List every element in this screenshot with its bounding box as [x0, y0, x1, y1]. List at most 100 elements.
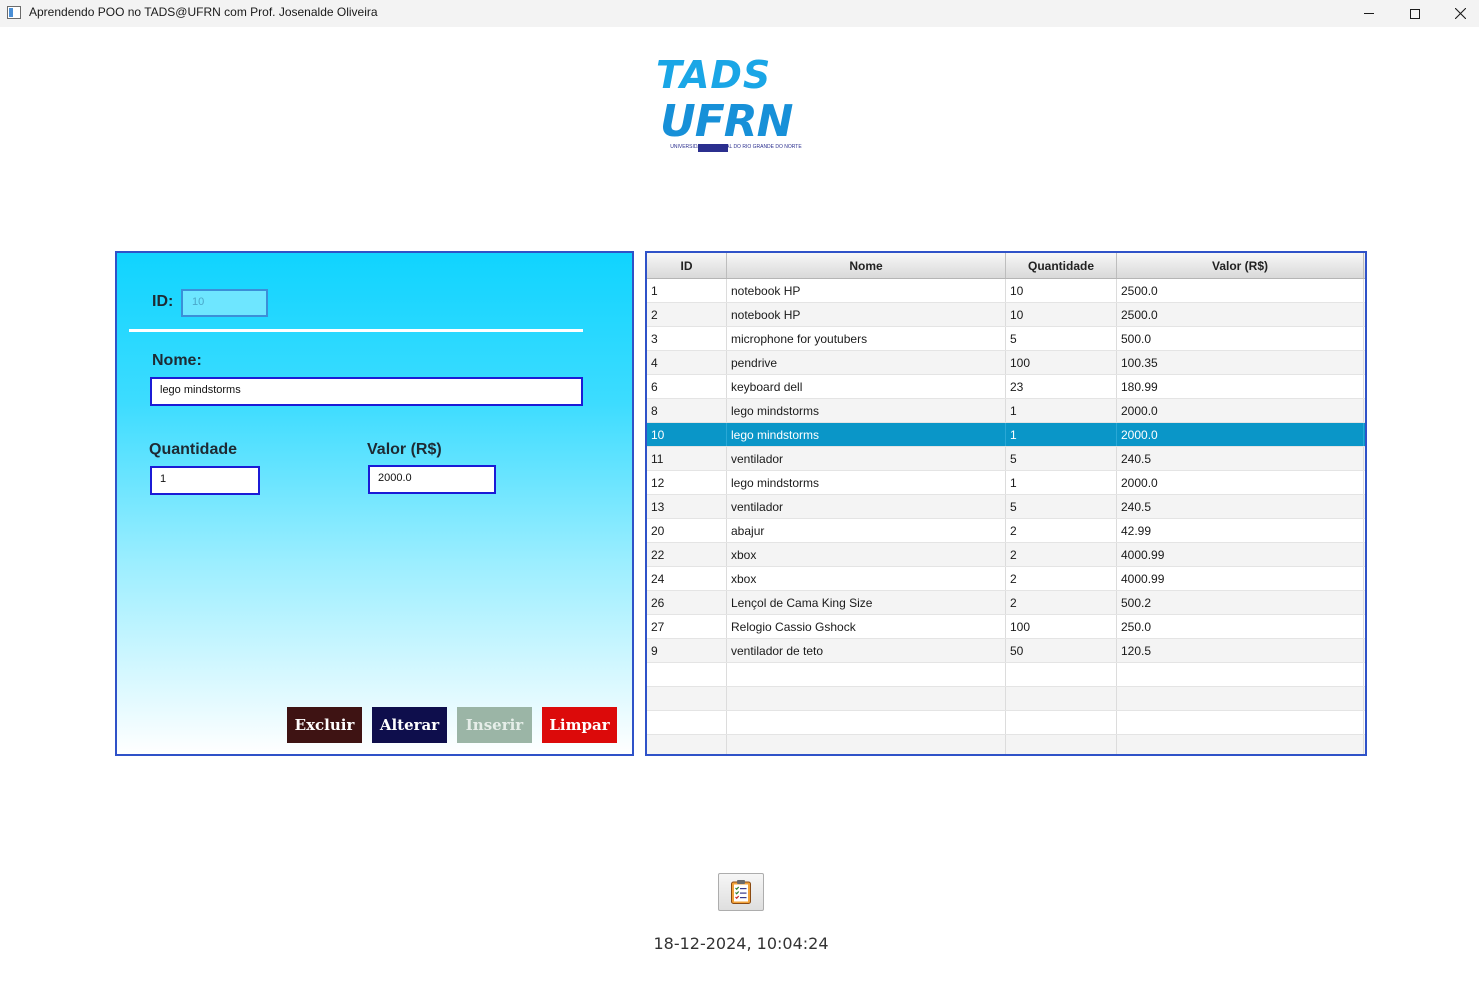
- table-row[interactable]: 4 pendrive 100 100.35: [647, 351, 1365, 375]
- table-row[interactable]: 26 Lençol de Cama King Size 2 500.2: [647, 591, 1365, 615]
- table-row[interactable]: 1 notebook HP 10 2500.0: [647, 279, 1365, 303]
- table-cell: abajur: [727, 519, 1006, 542]
- delete-button[interactable]: Excluir: [287, 707, 362, 743]
- tads-ufrn-logo: TADS UFRN UNIVERSIDADE FEDERAL DO RIO GR…: [656, 56, 818, 156]
- column-header-id[interactable]: ID: [647, 253, 727, 278]
- table-cell: 500.0: [1117, 327, 1364, 350]
- table-cell: ventilador: [727, 495, 1006, 518]
- table-cell: pendrive: [727, 351, 1006, 374]
- table-cell: [1117, 711, 1364, 734]
- id-field: 10: [181, 289, 268, 317]
- table-cell: 1: [1006, 399, 1117, 422]
- table-cell: 100: [1006, 615, 1117, 638]
- table-row[interactable]: 22 xbox 2 4000.99: [647, 543, 1365, 567]
- column-header-nome[interactable]: Nome: [727, 253, 1006, 278]
- table-cell: 100: [1006, 351, 1117, 374]
- table-cell: ventilador de teto: [727, 639, 1006, 662]
- table-row[interactable]: 13 ventilador 5 240.5: [647, 495, 1365, 519]
- table-cell: [727, 663, 1006, 686]
- table-cell: keyboard dell: [727, 375, 1006, 398]
- table-row[interactable]: 9 ventilador de teto 50 120.5: [647, 639, 1365, 663]
- table-cell: 24: [647, 567, 727, 590]
- window-title-bar: Aprendendo POO no TADS@UFRN com Prof. Jo…: [0, 0, 1479, 27]
- table-cell: [1006, 663, 1117, 686]
- name-label: Nome:: [152, 352, 202, 369]
- table-cell: 42.99: [1117, 519, 1364, 542]
- table-row[interactable]: 3 microphone for youtubers 5 500.0: [647, 327, 1365, 351]
- table-cell: [727, 735, 1006, 754]
- clear-button[interactable]: Limpar: [542, 707, 617, 743]
- maximize-button[interactable]: [1392, 0, 1438, 27]
- table-cell: 10: [647, 423, 727, 446]
- table-row[interactable]: 12 lego mindstorms 1 2000.0: [647, 471, 1365, 495]
- table-cell: [727, 687, 1006, 710]
- table-cell: 10: [1006, 279, 1117, 302]
- table-cell: Relogio Cassio Gshock: [727, 615, 1006, 638]
- table-cell: 100.35: [1117, 351, 1364, 374]
- table-cell: 11: [647, 447, 727, 470]
- logo-tads-text: TADS: [656, 53, 772, 97]
- table-cell: 5: [1006, 447, 1117, 470]
- table-row[interactable]: 24 xbox 2 4000.99: [647, 567, 1365, 591]
- close-button[interactable]: [1437, 0, 1479, 27]
- quantity-label: Quantidade: [149, 441, 238, 458]
- table-cell: [647, 663, 727, 686]
- table-cell: [647, 735, 727, 754]
- table-cell: 1: [647, 279, 727, 302]
- table-cell: notebook HP: [727, 303, 1006, 326]
- column-header-quantidade[interactable]: Quantidade: [1006, 253, 1117, 278]
- clipboard-checklist-icon: [731, 880, 751, 904]
- price-label: Valor (R$): [367, 441, 442, 458]
- table-row[interactable]: 20 abajur 2 42.99: [647, 519, 1365, 543]
- table-row[interactable]: 6 keyboard dell 23 180.99: [647, 375, 1365, 399]
- insert-button[interactable]: Inserir: [457, 707, 532, 743]
- minimize-button[interactable]: [1346, 0, 1392, 27]
- table-row[interactable]: 11 ventilador 5 240.5: [647, 447, 1365, 471]
- table-row[interactable]: 8 lego mindstorms 1 2000.0: [647, 399, 1365, 423]
- table-cell: 5: [1006, 495, 1117, 518]
- table-cell: [1006, 711, 1117, 734]
- table-cell: 2: [647, 303, 727, 326]
- app-window-icon: [7, 6, 21, 19]
- name-field[interactable]: lego mindstorms: [150, 377, 583, 406]
- products-table[interactable]: ID Nome Quantidade Valor (R$) 1 notebook …: [645, 251, 1367, 756]
- table-cell: 1: [1006, 423, 1117, 446]
- price-field[interactable]: 2000.0: [368, 465, 496, 494]
- table-cell: 2000.0: [1117, 471, 1364, 494]
- table-cell: 4000.99: [1117, 543, 1364, 566]
- table-row[interactable]: 10 lego mindstorms 1 2000.0: [647, 423, 1365, 447]
- table-cell: 5: [1006, 327, 1117, 350]
- table-cell: [647, 711, 727, 734]
- table-row[interactable]: 2 notebook HP 10 2500.0: [647, 303, 1365, 327]
- table-cell: [1117, 663, 1364, 686]
- table-cell: [647, 687, 727, 710]
- table-cell: 22: [647, 543, 727, 566]
- table-empty-row: [647, 735, 1365, 754]
- table-cell: [1006, 735, 1117, 754]
- maximize-icon: [1410, 8, 1420, 19]
- table-cell: [1117, 735, 1364, 754]
- table-cell: [1117, 687, 1364, 710]
- quantity-field[interactable]: 1: [150, 466, 260, 495]
- table-cell: 2: [1006, 519, 1117, 542]
- table-cell: 50: [1006, 639, 1117, 662]
- table-cell: 1: [1006, 471, 1117, 494]
- table-cell: 2: [1006, 567, 1117, 590]
- table-cell: [727, 711, 1006, 734]
- current-datetime: 18-12-2024, 10:04:24: [653, 934, 829, 953]
- report-button[interactable]: [718, 873, 764, 911]
- table-cell: notebook HP: [727, 279, 1006, 302]
- table-cell: 240.5: [1117, 495, 1364, 518]
- table-cell: ventilador: [727, 447, 1006, 470]
- logo-subtitle: UNIVERSIDADE FEDERAL DO RIO GRANDE DO NO…: [670, 144, 802, 150]
- table-cell: 500.2: [1117, 591, 1364, 614]
- table-cell: 4000.99: [1117, 567, 1364, 590]
- table-empty-row: [647, 663, 1365, 687]
- table-cell: 12: [647, 471, 727, 494]
- form-divider: [129, 329, 583, 332]
- table-cell: lego mindstorms: [727, 423, 1006, 446]
- update-button[interactable]: Alterar: [372, 707, 447, 743]
- column-header-valor[interactable]: Valor (R$): [1117, 253, 1364, 278]
- table-cell: microphone for youtubers: [727, 327, 1006, 350]
- table-row[interactable]: 27 Relogio Cassio Gshock 100 250.0: [647, 615, 1365, 639]
